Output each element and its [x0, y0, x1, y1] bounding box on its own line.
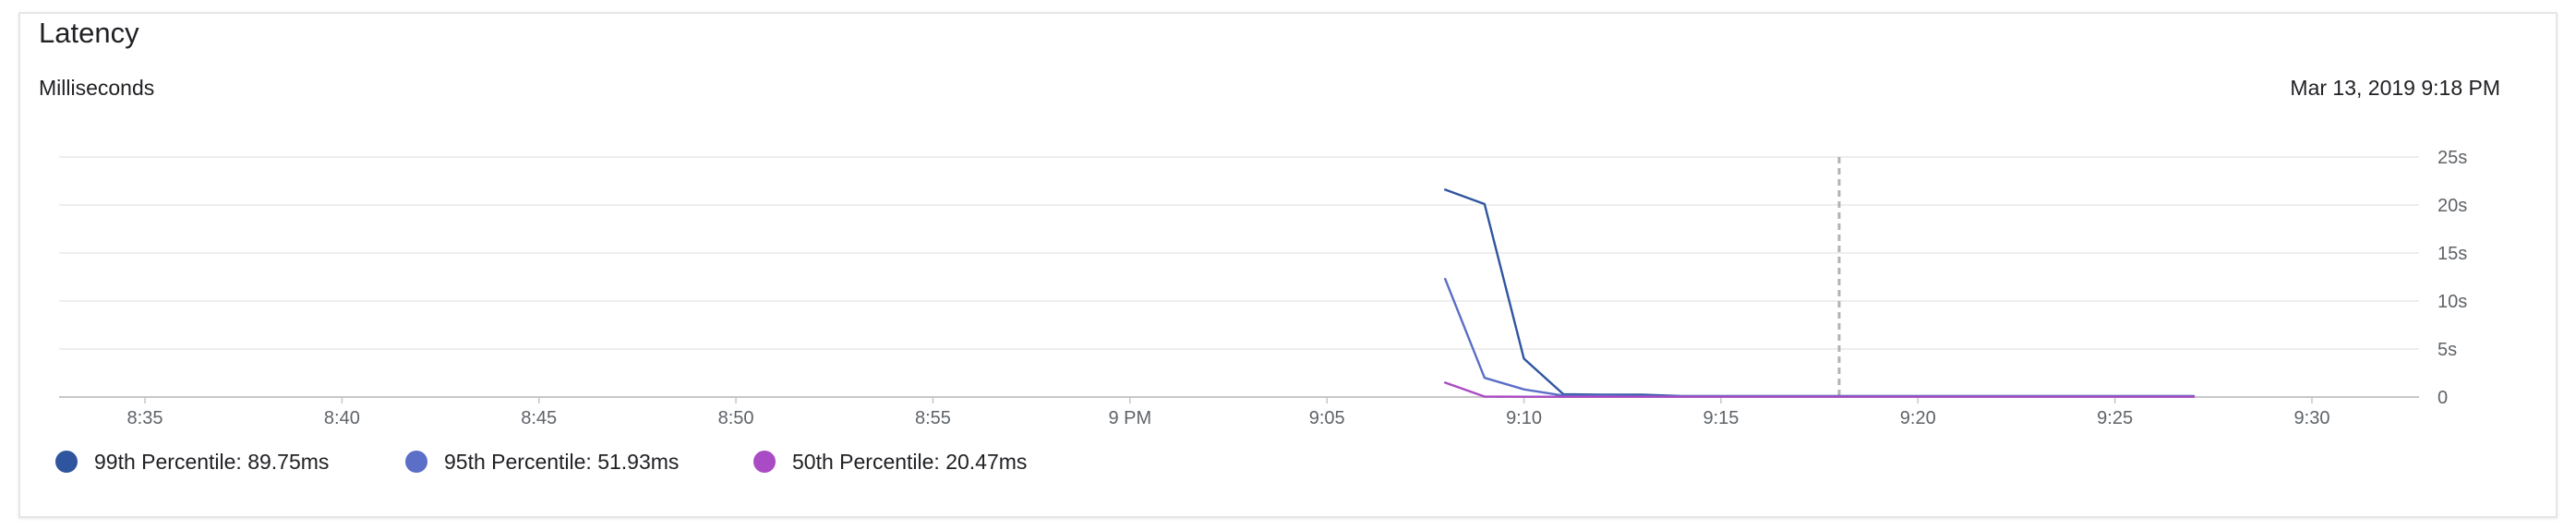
series-line-p99	[1444, 188, 2196, 398]
x-tick-label: 9:30	[2294, 408, 2330, 428]
x-tick-label: 8:35	[127, 408, 163, 428]
y-tick-label: 5s	[2438, 340, 2457, 360]
legend-label-p50: 50th Percentile: 20.47ms	[792, 449, 1028, 474]
y-tick-label: 0	[2438, 388, 2448, 408]
legend-label-p99: 99th Percentile: 89.75ms	[94, 449, 330, 474]
y-tick-label: 20s	[2438, 196, 2467, 216]
x-tick-label: 8:45	[521, 408, 557, 428]
series-line-p95	[1444, 277, 2196, 398]
y-tick-label: 10s	[2438, 292, 2467, 312]
x-tick-label: 9:15	[1703, 408, 1739, 428]
x-tick-label: 8:40	[324, 408, 360, 428]
y-tick-label: 15s	[2438, 244, 2467, 264]
x-tick-label: 8:55	[915, 408, 951, 428]
x-tick-label: 9 PM	[1108, 408, 1151, 428]
y-tick-label: 25s	[2438, 148, 2467, 168]
legend-dot-p99	[55, 451, 78, 473]
latency-chart[interactable]: 0 5s 10s 15s 20s 25s 8:35 8:40 8:45 8:50 8:55 9 PM 9…	[0, 0, 2576, 530]
legend-item-p50[interactable]: 50th Percentile: 20.47ms	[753, 443, 1027, 480]
x-tick-label: 9:20	[1900, 408, 1936, 428]
x-tick-label: 9:05	[1309, 408, 1345, 428]
legend-item-p99[interactable]: 99th Percentile: 89.75ms	[55, 443, 329, 480]
gridlines	[59, 156, 2419, 398]
legend-dot-p95	[405, 451, 427, 473]
x-tick-label: 9:10	[1506, 408, 1542, 428]
axes: 0 5s 10s 15s 20s 25s 8:35 8:40 8:45 8:50 8:55 9 PM 9…	[127, 148, 2468, 428]
x-tick-label: 8:50	[718, 408, 754, 428]
series-lines	[1444, 188, 2196, 398]
legend-label-p95: 95th Percentile: 51.93ms	[444, 449, 680, 474]
legend-dot-p50	[753, 451, 776, 473]
legend-item-p95[interactable]: 95th Percentile: 51.93ms	[405, 443, 679, 480]
x-tick-label: 9:25	[2097, 408, 2133, 428]
